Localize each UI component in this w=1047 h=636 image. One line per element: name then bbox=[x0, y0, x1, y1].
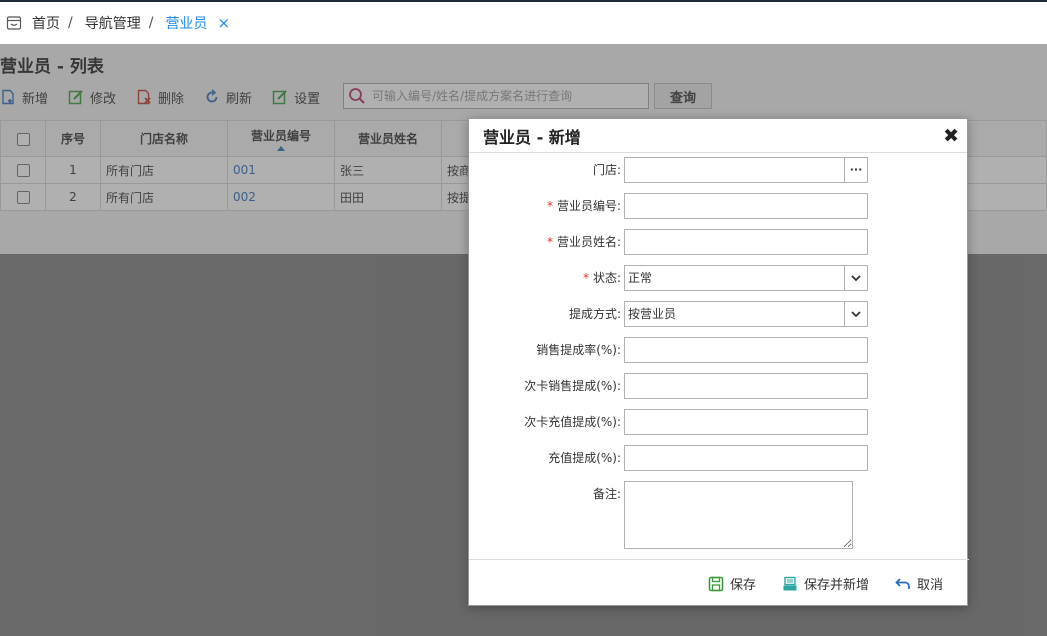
dialog-footer: 保存 保存并新增 取消 bbox=[469, 559, 969, 607]
breadcrumb-home[interactable]: 首页 / bbox=[6, 13, 85, 33]
required-mark: * bbox=[546, 199, 553, 213]
recharge-input[interactable] bbox=[624, 445, 868, 471]
form-row-card-sale: 次卡销售提成(%): bbox=[469, 373, 969, 399]
code-label: * 营业员编号: bbox=[547, 193, 621, 219]
card-sale-label: 次卡销售提成(%): bbox=[524, 379, 621, 393]
save-button[interactable]: 保存 bbox=[708, 574, 756, 593]
form-row-card-recharge: 次卡充值提成(%): bbox=[469, 409, 969, 435]
undo-icon bbox=[895, 577, 910, 589]
sale-rate-label: 销售提成率(%): bbox=[536, 343, 621, 357]
breadcrumb-separator: / bbox=[68, 15, 73, 31]
chevron-down-icon[interactable] bbox=[844, 302, 867, 326]
status-select[interactable]: 正常 bbox=[624, 265, 868, 291]
form-row-recharge: 充值提成(%): bbox=[469, 445, 969, 471]
close-icon[interactable]: ✖ bbox=[943, 125, 959, 147]
status-label: * 状态: bbox=[583, 265, 621, 291]
sale-rate-input[interactable] bbox=[624, 337, 868, 363]
card-recharge-input[interactable] bbox=[624, 409, 868, 435]
ellipsis-button[interactable]: ··· bbox=[844, 158, 867, 182]
code-label-text: 营业员编号: bbox=[556, 199, 621, 213]
store-picker[interactable]: ··· bbox=[624, 157, 868, 183]
save-button-label: 保存 bbox=[729, 578, 756, 593]
status-value: 正常 bbox=[628, 271, 653, 285]
method-label: 提成方式: bbox=[568, 307, 621, 321]
breadcrumb: 首页 / 导航管理 / 营业员 × bbox=[0, 0, 1047, 44]
code-input[interactable] bbox=[624, 193, 868, 219]
dialog-title: 营业员 - 新增 bbox=[483, 127, 581, 147]
recharge-label: 充值提成(%): bbox=[548, 451, 621, 465]
status-label-text: 状态: bbox=[592, 271, 621, 285]
remark-textarea[interactable] bbox=[624, 481, 853, 549]
method-select[interactable]: 按营业员 bbox=[624, 301, 868, 327]
breadcrumb-separator: / bbox=[148, 15, 154, 31]
save-and-add-button[interactable]: 保存并新增 bbox=[782, 574, 869, 593]
add-salesperson-dialog: 营业员 - 新增 ✖ 门店: ··· * 营业员编号: * 营业员姓名: * 状态: … bbox=[468, 118, 969, 607]
breadcrumb-nav-manage-label: 导航管理 bbox=[84, 16, 141, 32]
form-row-code: * 营业员编号: bbox=[469, 193, 969, 219]
dialog-header: 营业员 - 新增 ✖ bbox=[469, 119, 967, 153]
home-icon bbox=[6, 16, 22, 30]
chevron-down-icon[interactable] bbox=[844, 266, 867, 290]
form-row-method: 提成方式: 按营业员 bbox=[469, 301, 969, 327]
required-mark: * bbox=[582, 271, 589, 285]
breadcrumb-current-label: 营业员 bbox=[165, 16, 208, 32]
required-mark: * bbox=[546, 235, 553, 249]
name-label: * 营业员姓名: bbox=[547, 229, 621, 255]
breadcrumb-current[interactable]: 营业员 × bbox=[165, 13, 230, 33]
save-icon bbox=[708, 576, 724, 591]
name-label-text: 营业员姓名: bbox=[556, 235, 621, 249]
form-row-sale-rate: 销售提成率(%): bbox=[469, 337, 969, 363]
form-row-name: * 营业员姓名: bbox=[469, 229, 969, 255]
form-row-store: 门店: ··· bbox=[469, 157, 969, 183]
close-tab-icon[interactable]: × bbox=[217, 14, 230, 32]
breadcrumb-nav-manage[interactable]: 导航管理 / bbox=[85, 13, 166, 33]
breadcrumb-home-label: 首页 bbox=[32, 16, 60, 32]
card-sale-input[interactable] bbox=[624, 373, 868, 399]
name-input[interactable] bbox=[624, 229, 868, 255]
cancel-button-label: 取消 bbox=[916, 578, 943, 593]
remark-label: 备注: bbox=[592, 487, 621, 501]
save-new-icon bbox=[783, 576, 797, 590]
cancel-button[interactable]: 取消 bbox=[895, 574, 943, 593]
card-recharge-label: 次卡充值提成(%): bbox=[524, 415, 621, 429]
method-value: 按营业员 bbox=[628, 307, 677, 321]
form-row-remark: 备注: bbox=[469, 481, 969, 549]
save-and-add-button-label: 保存并新增 bbox=[803, 578, 869, 593]
form-row-status: * 状态: 正常 bbox=[469, 265, 969, 291]
store-label: 门店: bbox=[592, 163, 621, 177]
